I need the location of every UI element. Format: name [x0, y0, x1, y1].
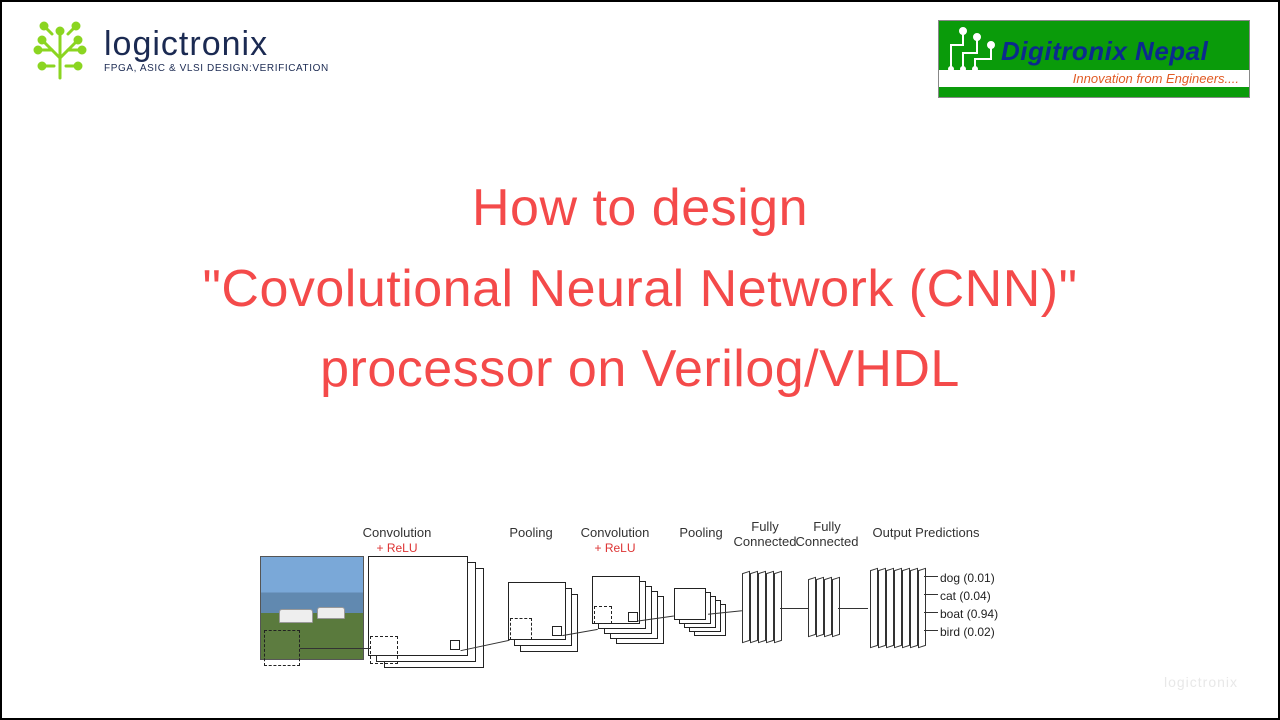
title-line-1: How to design: [22, 168, 1258, 249]
label-conv1: Convolution + ReLU: [352, 526, 442, 556]
circuit-tree-icon: [30, 20, 90, 80]
cnn-pipeline-diagram: Convolution + ReLU Pooling Convolution +…: [260, 516, 1020, 696]
logictronix-text: logictronix FPGA, ASIC & VLSI Design:Ver…: [104, 26, 329, 74]
fmap-pool2: [674, 588, 706, 620]
pred-2: boat (0.94): [940, 606, 998, 622]
pred-1: cat (0.04): [940, 588, 991, 604]
main-title: How to design "Covolutional Neural Netwo…: [2, 168, 1278, 410]
title-line-2: "Covolutional Neural Network (CNN)": [22, 249, 1258, 330]
logictronix-logo: logictronix FPGA, ASIC & VLSI Design:Ver…: [30, 20, 329, 80]
pred-0: dog (0.01): [940, 570, 995, 586]
title-line-3: processor on Verilog/VHDL: [22, 329, 1258, 410]
receptive-field-1: [264, 630, 300, 666]
digitronix-logo: Digitronix Nepal Innovation from Enginee…: [938, 20, 1250, 98]
watermark: logictronix: [1164, 674, 1238, 690]
label-conv2: Convolution + ReLU: [570, 526, 660, 556]
digitronix-title: Digitronix Nepal: [1001, 36, 1241, 67]
label-output: Output Predictions: [856, 526, 996, 541]
logictronix-word: logictronix: [104, 26, 329, 63]
pcb-icon: [943, 25, 1003, 73]
header: logictronix FPGA, ASIC & VLSI Design:Ver…: [2, 2, 1278, 98]
label-pool1: Pooling: [486, 526, 576, 541]
logictronix-subtitle: FPGA, ASIC & VLSI Design:Verification: [104, 63, 329, 74]
pred-3: bird (0.02): [940, 624, 995, 640]
